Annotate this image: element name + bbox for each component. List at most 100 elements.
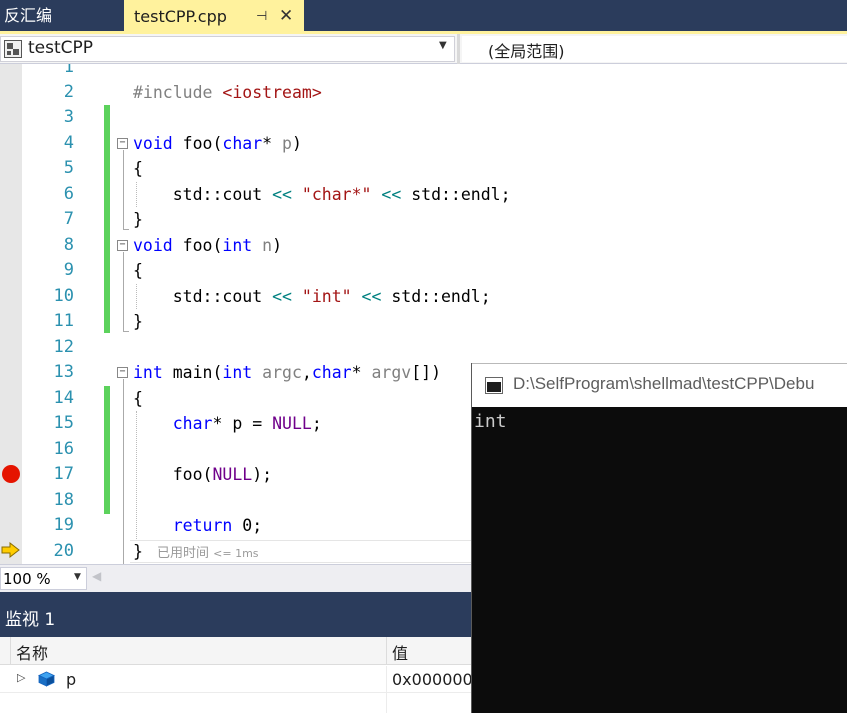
variable-icon <box>38 671 55 687</box>
scope-dropdown[interactable]: (全局范围) <box>462 36 847 62</box>
code-line-19: return 0; <box>133 513 262 538</box>
code-text: std::endl; <box>381 287 491 306</box>
perf-tip-label: 已用时间 <box>157 546 210 561</box>
change-marker <box>104 105 110 333</box>
line-number: 19 <box>53 515 74 535</box>
watch-variable-value[interactable]: 0x0000000 <box>392 670 483 689</box>
change-marker <box>104 386 110 514</box>
line-number: 7 <box>63 209 74 229</box>
code-line-6: std::cout << "char*" << std::endl; <box>133 182 511 207</box>
macro: NULL <box>272 414 312 433</box>
line-number: 18 <box>53 490 74 510</box>
code-line-14: { <box>133 389 143 408</box>
operator: << <box>272 185 292 204</box>
watch-variable-name[interactable]: p <box>66 670 76 689</box>
code-text: ; <box>311 414 322 433</box>
line-number: 6 <box>63 184 74 204</box>
collapse-icon[interactable]: − <box>117 240 128 251</box>
parameter: n <box>262 236 273 255</box>
keyword: char <box>222 134 263 153</box>
code-line-11: } <box>133 312 143 331</box>
column-divider <box>386 693 387 713</box>
project-dropdown[interactable]: testCPP ▼ <box>0 36 455 62</box>
keyword: return <box>172 516 233 535</box>
project-name: testCPP <box>28 38 94 58</box>
column-header-name[interactable]: 名称 <box>16 640 48 664</box>
console-window[interactable]: D:\SelfProgram\shellmad\testCPP\Debu int <box>471 363 847 713</box>
line-number: 9 <box>63 260 74 280</box>
tab-testcpp-label: testCPP.cpp <box>134 7 227 26</box>
scroll-left-icon[interactable]: ◀ <box>92 569 101 583</box>
preprocessor-directive: #include <box>133 83 213 102</box>
collapse-icon[interactable]: − <box>117 138 128 149</box>
code-text: 0; <box>232 516 263 535</box>
line-number: 12 <box>53 337 74 357</box>
column-divider[interactable] <box>386 637 387 665</box>
outline-line <box>123 331 129 332</box>
navbar-divider <box>457 34 460 64</box>
dropdown-arrow-icon: ▼ <box>439 40 447 51</box>
glyph-margin[interactable] <box>0 64 22 564</box>
console-title-bar[interactable]: D:\SelfProgram\shellmad\testCPP\Debu <box>472 363 847 407</box>
code-line-17: foo(NULL); <box>133 462 272 487</box>
line-number: 3 <box>63 107 74 127</box>
code-line-9: { <box>133 261 143 280</box>
keyword: int <box>133 363 163 382</box>
tab-disassembly-label: 反汇编 <box>4 6 53 25</box>
code-text: []) <box>411 363 442 382</box>
function-name: main( <box>162 363 223 382</box>
code-text: * p = <box>212 414 273 433</box>
code-text: ) <box>272 236 283 255</box>
collapse-icon[interactable]: − <box>117 367 128 378</box>
line-number: 13 <box>53 362 74 382</box>
code-line-8: void foo(int n) <box>133 233 282 258</box>
code-text: ); <box>252 465 273 484</box>
expand-arrow-icon[interactable]: ▷ <box>17 671 25 684</box>
line-number: 1 <box>63 64 74 77</box>
function-name: foo( <box>172 134 223 153</box>
tab-testcpp[interactable]: testCPP.cpp ⊣ ✕ <box>124 0 304 33</box>
code-line-2: #include <iostream> <box>133 80 322 105</box>
line-number: 8 <box>63 235 74 255</box>
line-number: 15 <box>53 413 74 433</box>
parameter: p <box>282 134 292 153</box>
breakpoint-icon[interactable] <box>2 465 20 483</box>
console-app-icon <box>485 377 503 394</box>
tab-disassembly[interactable]: 反汇编 <box>0 0 124 33</box>
outline-line <box>123 252 124 332</box>
watch-title-label: 监视 1 <box>5 610 56 630</box>
keyword: char <box>311 363 352 382</box>
console-output: int <box>474 411 507 432</box>
code-line-5: { <box>133 159 143 178</box>
string-literal: "char*" <box>301 185 372 204</box>
zoom-dropdown[interactable]: 100 % ▼ <box>0 567 87 590</box>
code-text: std::cout <box>172 185 273 204</box>
line-number: 5 <box>63 158 74 178</box>
code-text: * <box>262 134 283 153</box>
code-line-20: } <box>133 542 143 561</box>
line-number: 2 <box>63 82 74 102</box>
code-line-4: void foo(char* p) <box>133 131 302 156</box>
close-icon[interactable]: ✕ <box>279 0 293 33</box>
code-text: ) <box>291 134 302 153</box>
line-number: 10 <box>53 286 74 306</box>
parameter: argc <box>262 363 302 382</box>
console-title: D:\SelfProgram\shellmad\testCPP\Debu <box>513 374 815 393</box>
outline-line <box>123 150 124 230</box>
pin-icon[interactable]: ⊣ <box>256 0 267 33</box>
operator: << <box>272 287 292 306</box>
perf-tip[interactable]: 已用时间 <= 1ms <box>157 542 259 561</box>
outline-line <box>123 379 124 564</box>
line-number: 14 <box>53 388 74 408</box>
dropdown-arrow-icon: ▼ <box>74 572 81 582</box>
perf-tip-value: <= 1ms <box>213 547 259 560</box>
operator: << <box>361 287 382 306</box>
project-icon <box>4 40 22 58</box>
document-tab-bar: 反汇编 testCPP.cpp ⊣ ✕ <box>0 0 847 34</box>
column-header-value[interactable]: 值 <box>392 640 408 664</box>
